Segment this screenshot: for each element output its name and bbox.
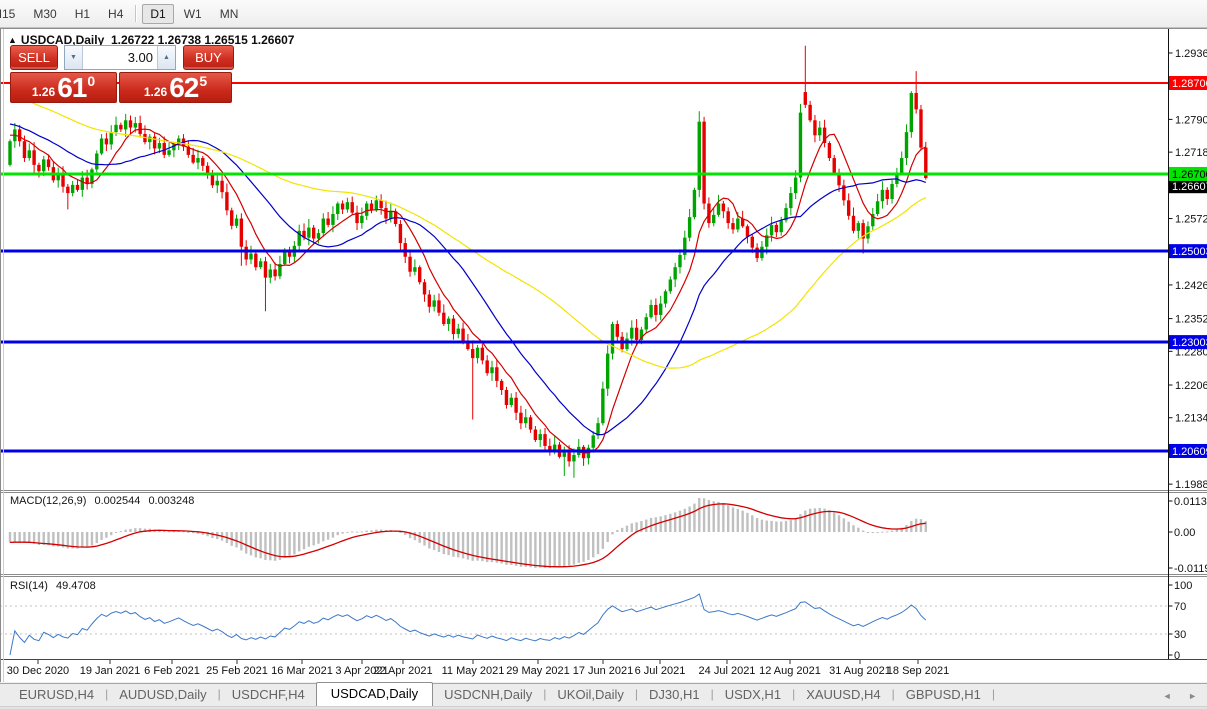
symbol-tabbar: EURUSD,H4 | AUDUSD,Daily | USDCHF,H4 USDCAD,D…: [0, 682, 1207, 707]
svg-text:1.28700: 1.28700: [1172, 78, 1207, 90]
volume-input[interactable]: [83, 46, 157, 69]
svg-text:0.01135: 0.01135: [1174, 496, 1207, 508]
svg-text:18 Sep 2021: 18 Sep 2021: [887, 665, 949, 677]
tab-scroll-right-icon[interactable]: ►: [1188, 691, 1197, 701]
buy-price-button[interactable]: 1.26 62 5: [119, 72, 232, 103]
sell-price-button[interactable]: 1.26 61 0: [10, 72, 117, 103]
sell-price-base: 1.26: [31, 84, 56, 99]
svg-text:70: 70: [1174, 601, 1186, 613]
svg-text:22 Apr 2021: 22 Apr 2021: [373, 665, 432, 677]
rsi-value: 49.4708: [55, 580, 96, 592]
svg-text:1.29360: 1.29360: [1175, 48, 1207, 60]
svg-text:19 Jan 2021: 19 Jan 2021: [80, 665, 141, 677]
tab-usdcad-daily[interactable]: USDCAD,Daily: [315, 682, 434, 707]
timeframe-toolbar: M15M30H1H4 D1W1MN: [0, 0, 1207, 28]
svg-text:12 Aug 2021: 12 Aug 2021: [759, 665, 821, 677]
macd-name: MACD(12,26,9): [10, 495, 87, 507]
tab-audusd-daily[interactable]: AUDUSD,Daily: [108, 684, 217, 706]
svg-text:31 Aug 2021: 31 Aug 2021: [829, 665, 891, 677]
svg-text:30 Dec 2020: 30 Dec 2020: [7, 665, 69, 677]
tab-eurusd-h4[interactable]: EURUSD,H4: [8, 684, 105, 706]
tab-scroll-arrows: ◄ ►: [1149, 691, 1197, 701]
svg-text:11 May 2021: 11 May 2021: [442, 665, 505, 677]
svg-text:1.23003: 1.23003: [1172, 337, 1207, 349]
sell-price-pip: 0: [87, 72, 96, 89]
tab-ukoil-daily[interactable]: UKOil,Daily: [546, 684, 634, 706]
volume-decrease-icon[interactable]: ▼: [65, 46, 83, 69]
svg-text:1.26607: 1.26607: [1172, 181, 1207, 193]
tab-gbpusd-h1[interactable]: GBPUSD,H1: [895, 684, 992, 706]
macd-indicator-label: MACD(12,26,9) 0.002544 0.003248: [10, 495, 199, 507]
svg-text:1.25720: 1.25720: [1175, 214, 1207, 226]
timeframe-button-m30[interactable]: M30: [25, 4, 64, 24]
svg-text:16 Mar 2021: 16 Mar 2021: [271, 665, 333, 677]
svg-text:24 Jul 2021: 24 Jul 2021: [699, 665, 756, 677]
timeframe-button-h4[interactable]: H4: [100, 4, 131, 24]
timeframe-button-w1[interactable]: W1: [176, 4, 210, 24]
rsi-indicator-label: RSI(14) 49.4708: [10, 580, 101, 592]
buy-button[interactable]: BUY: [183, 45, 234, 70]
macd-value-signal: 0.003248: [148, 495, 195, 507]
trading-terminal: M15M30H1H4 D1W1MN 1.29360 1.27900 1.27180 1.…: [0, 0, 1207, 709]
svg-text:29 May 2021: 29 May 2021: [506, 665, 570, 677]
rsi-name: RSI(14): [10, 580, 48, 592]
svg-text:25 Feb 2021: 25 Feb 2021: [206, 665, 268, 677]
one-click-trading-panel: SELL ▼ ▲ BUY 1.26 61 0 1.26 62 5: [10, 45, 234, 103]
svg-text:1.25003: 1.25003: [1172, 246, 1207, 258]
buy-price-big-digits: 62: [169, 71, 199, 103]
svg-text:-0.01190: -0.01190: [1174, 563, 1207, 575]
tab-xauusd-h4[interactable]: XAUUSD,H4: [795, 684, 891, 706]
svg-text:0: 0: [1174, 650, 1180, 662]
svg-text:1.19880: 1.19880: [1175, 479, 1207, 491]
volume-increase-icon[interactable]: ▲: [157, 46, 175, 69]
tab-usdcnh-daily[interactable]: USDCNH,Daily: [433, 684, 543, 706]
tab-usdx-h1[interactable]: USDX,H1: [714, 684, 792, 706]
tab-scroll-left-icon[interactable]: ◄: [1163, 691, 1172, 701]
timeframe-button-m15[interactable]: M15: [0, 4, 23, 24]
svg-text:30: 30: [1174, 629, 1186, 641]
tab-usdchf-h4[interactable]: USDCHF,H4: [221, 684, 316, 706]
macd-value-main: 0.002544: [94, 495, 141, 507]
svg-text:1.20609: 1.20609: [1172, 446, 1207, 458]
volume-spinner: ▼ ▲: [64, 45, 176, 70]
timeframe-button-mn[interactable]: MN: [212, 4, 247, 24]
svg-text:1.27180: 1.27180: [1175, 147, 1207, 159]
price-chart-svg[interactable]: 1.293601.279001.271801.264401.257201.242…: [0, 29, 1207, 682]
timeframe-button-h1[interactable]: H1: [67, 4, 98, 24]
svg-text:1.23520: 1.23520: [1175, 314, 1207, 326]
sell-button[interactable]: SELL: [10, 45, 58, 70]
buy-price-pip: 5: [199, 72, 208, 89]
svg-text:0.00: 0.00: [1174, 527, 1195, 539]
tab-dj30-h1[interactable]: DJ30,H1: [638, 684, 711, 706]
timeframe-button-d1[interactable]: D1: [142, 3, 174, 24]
toolbar-separator: [135, 5, 137, 22]
buy-price-base: 1.26: [143, 84, 168, 99]
svg-text:100: 100: [1174, 580, 1192, 592]
tab-separator: |: [991, 687, 995, 701]
svg-text:1.26700: 1.26700: [1172, 169, 1207, 181]
svg-text:1.22060: 1.22060: [1175, 380, 1207, 392]
svg-text:17 Jun 2021: 17 Jun 2021: [573, 665, 634, 677]
collapse-panel-icon[interactable]: ▲: [8, 35, 17, 45]
sell-price-big-digits: 61: [57, 71, 87, 103]
chart-window: 1.293601.279001.271801.264401.257201.242…: [0, 28, 1207, 682]
svg-text:1.21340: 1.21340: [1175, 413, 1207, 425]
svg-text:1.24260: 1.24260: [1175, 280, 1207, 292]
svg-text:6 Jul 2021: 6 Jul 2021: [635, 665, 686, 677]
svg-text:6 Feb 2021: 6 Feb 2021: [144, 665, 200, 677]
svg-text:1.27900: 1.27900: [1175, 114, 1207, 126]
